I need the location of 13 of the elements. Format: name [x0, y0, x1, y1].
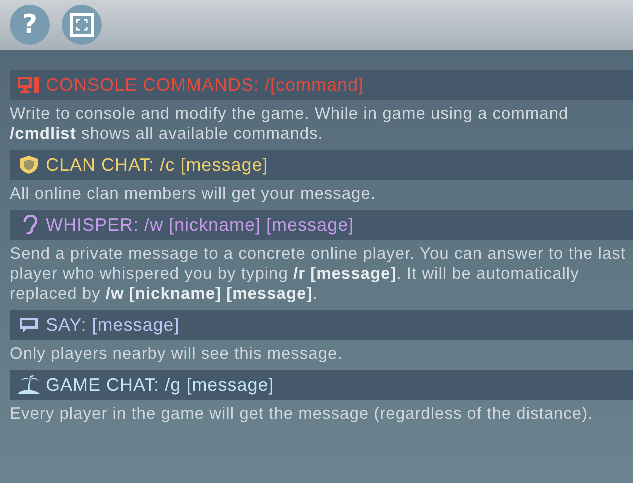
fullscreen-button[interactable]: [62, 5, 102, 45]
help-button[interactable]: ?: [10, 5, 50, 45]
section-description: Only players nearby will see this message.: [10, 344, 344, 364]
section-description: Write to console and modify the game. While in game using a command /cmdlist shows all available commands.: [10, 104, 570, 144]
section-title: SAY: [message]: [46, 314, 180, 336]
section-description: Every player in the game will get the message (regardless of the distance).: [10, 404, 594, 424]
section-title: CONSOLE COMMANDS: /[command]: [46, 74, 364, 96]
fullscreen-icon: [70, 13, 94, 37]
section-description: Send a private message to a concrete online player. You can answer to the last player who whispered you by typing /r [message]. It will be automatically replaced by /w [nickname] [message].: [10, 244, 627, 304]
section-description: All online clan members will get your message.: [10, 184, 377, 204]
section-title: WHISPER: /w [nickname] [message]: [46, 214, 354, 236]
section-title: CLAN CHAT: /c [message]: [46, 154, 268, 176]
section-title: GAME CHAT: /g [message]: [46, 374, 274, 396]
